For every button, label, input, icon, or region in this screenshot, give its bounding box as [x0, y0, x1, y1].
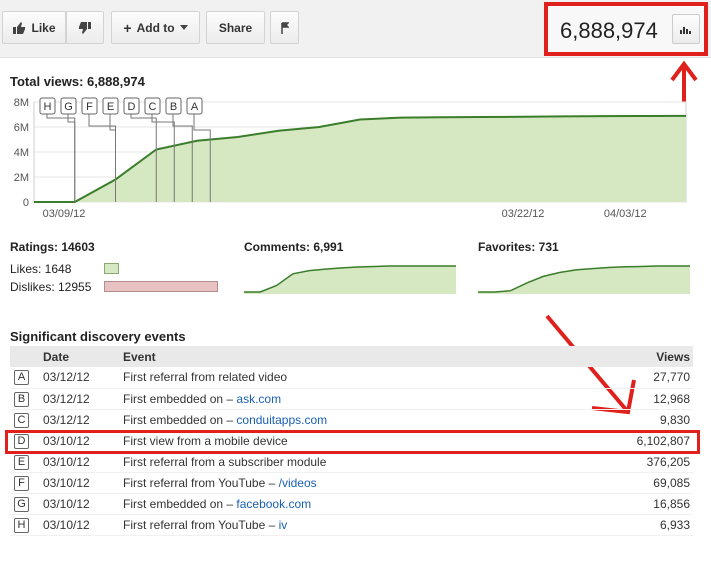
event-views: 6,102,807: [636, 433, 690, 448]
event-views: 9,830: [659, 412, 690, 427]
event-link[interactable]: conduitapps.com: [236, 413, 327, 427]
event-date: 03/12/12: [43, 370, 90, 385]
dislikes-label: Dislikes: 12955: [10, 280, 92, 294]
event-marker-label: F: [86, 101, 93, 113]
event-description: First embedded on –: [123, 496, 237, 511]
event-text: First referral from YouTube – /videos: [123, 472, 570, 493]
event-link[interactable]: facebook.com: [236, 497, 311, 511]
event-row: H 03/10/12 First referral from YouTube – i…: [10, 514, 693, 535]
event-marker[interactable]: B: [14, 391, 29, 407]
event-views: 16,856: [653, 496, 690, 511]
views-column-header: Views: [569, 346, 693, 367]
event-row: D 03/10/12 First view from a mobile device…: [10, 430, 693, 451]
event-date: 03/10/12: [43, 517, 90, 532]
event-views: 12,968: [653, 391, 690, 406]
event-marker[interactable]: G: [14, 496, 29, 512]
event-marker-label: B: [170, 101, 177, 113]
event-row: A 03/12/12 First referral from related vid…: [10, 367, 693, 388]
likes-label: Likes: 1648: [10, 262, 72, 276]
y-tick-label: 2M: [14, 172, 29, 184]
event-text: First embedded on – facebook.com: [123, 493, 570, 514]
event-marker-label: C: [149, 101, 157, 113]
event-row: B 03/12/12 First embedded on – ask.com 12,9…: [10, 388, 693, 409]
y-tick-label: 6M: [14, 122, 29, 134]
comments-title: Comments: 6,991: [244, 240, 344, 254]
event-date: 03/10/12: [43, 496, 90, 511]
event-text: First view from a mobile device: [123, 430, 570, 451]
x-tick-label: 03/09/12: [43, 208, 86, 220]
event-date: 03/10/12: [43, 475, 90, 490]
event-marker[interactable]: D: [14, 433, 29, 449]
event-text: First embedded on – conduitapps.com: [123, 409, 570, 430]
event-description: First referral from related video: [123, 370, 288, 385]
event-marker-label: E: [107, 101, 114, 113]
event-text: First referral from YouTube – iv: [123, 514, 570, 535]
likes-bar: [104, 263, 119, 274]
y-tick-label: 0: [23, 197, 29, 209]
event-views: 376,205: [646, 454, 690, 469]
event-link[interactable]: iv: [279, 518, 288, 532]
x-tick-label: 04/03/12: [604, 208, 647, 220]
ratings-title: Ratings: 14603: [10, 240, 95, 254]
event-row: E 03/10/12 First referral from a subscribe…: [10, 451, 693, 472]
event-marker[interactable]: H: [14, 517, 29, 533]
comments-sparkline: [244, 262, 456, 294]
event-link[interactable]: ask.com: [236, 392, 281, 406]
event-description: First embedded on –: [123, 391, 237, 406]
event-date: 03/12/12: [43, 391, 90, 406]
dislikes-bar: [104, 281, 218, 292]
event-marker[interactable]: C: [14, 412, 29, 428]
event-views: 27,770: [653, 370, 690, 385]
favorites-title: Favorites: 731: [478, 240, 559, 254]
events-title: Significant discovery events: [10, 329, 186, 344]
event-text: First referral from related video: [123, 367, 570, 388]
event-link[interactable]: /videos: [279, 476, 317, 490]
event-description: First referral from YouTube –: [123, 475, 279, 490]
event-marker-label: D: [128, 101, 136, 113]
y-tick-label: 4M: [14, 147, 29, 159]
event-date: 03/12/12: [43, 412, 90, 427]
event-description: First referral from a subscriber module: [123, 454, 327, 469]
event-description: First referral from YouTube –: [123, 517, 279, 532]
event-date: 03/10/12: [43, 433, 90, 448]
event-description: First embedded on –: [123, 412, 237, 427]
event-marker[interactable]: A: [14, 370, 29, 386]
events-header-row: Date Event Views: [10, 346, 693, 367]
event-row: F 03/10/12 First referral from YouTube – /…: [10, 472, 693, 493]
event-column-header: Event: [123, 346, 570, 367]
total-views-chart: 8M 6M 4M 2M 0 03/09/12 03/22/12 04/03/12 H G F E D C B…: [14, 97, 687, 220]
event-marker-label: G: [64, 101, 73, 113]
event-row: C 03/12/12 First embedded on – conduitapps…: [10, 409, 693, 430]
event-views: 69,085: [653, 475, 690, 490]
event-marker-label: H: [44, 101, 52, 113]
event-marker-label: A: [191, 101, 199, 113]
event-text: First referral from a subscriber module: [123, 451, 570, 472]
date-column-header: Date: [43, 346, 123, 367]
total-views-title: Total views: 6,888,974: [10, 74, 145, 89]
favorites-sparkline: [478, 262, 690, 294]
x-tick-label: 03/22/12: [502, 208, 545, 220]
y-tick-label: 8M: [14, 97, 29, 109]
event-description: First view from a mobile device: [123, 433, 288, 448]
event-row: G 03/10/12 First embedded on – facebook.co…: [10, 493, 693, 514]
event-views: 6,933: [659, 517, 690, 532]
event-marker[interactable]: E: [14, 454, 29, 470]
event-text: First embedded on – ask.com: [123, 388, 570, 409]
event-date: 03/10/12: [43, 454, 90, 469]
event-marker[interactable]: F: [14, 475, 29, 491]
events-table: Date Event Views A 03/12/12 First referral…: [10, 346, 693, 536]
